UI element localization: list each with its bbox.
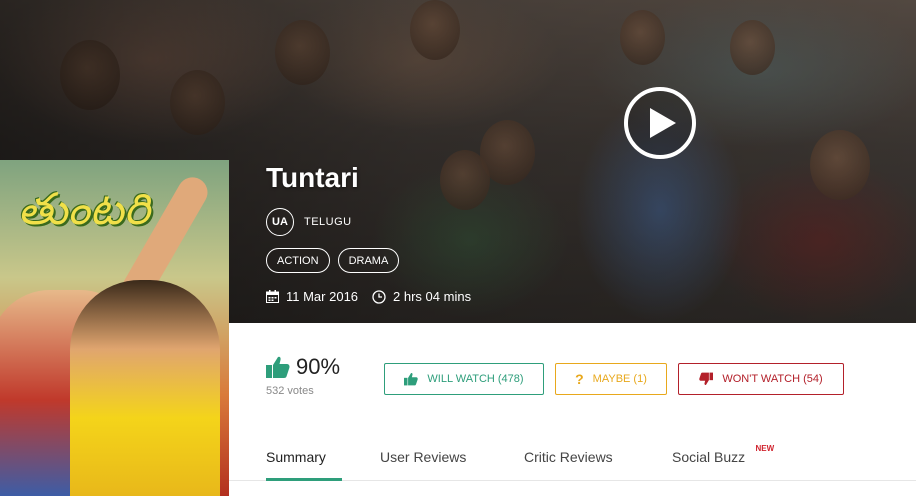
movie-title: Tuntari (266, 162, 359, 193)
tab-social-buzz[interactable]: Social Buzz NEW (672, 444, 774, 465)
tab-critic-reviews[interactable]: Critic Reviews (524, 449, 613, 465)
genre-tag-drama[interactable]: DRAMA (337, 248, 400, 273)
movie-poster[interactable]: తుంటరి (0, 160, 229, 496)
wont-watch-label: WON'T WATCH (54) (722, 373, 823, 385)
release-date: 11 Mar 2016 (286, 289, 359, 304)
rating-summary: 90% 532 votes (266, 354, 340, 397)
poster-figure (70, 280, 220, 496)
thumbs-down-icon (699, 372, 714, 386)
poster-title-logo: తుంటరి (18, 184, 150, 235)
vote-count: 532 votes (266, 385, 314, 397)
play-trailer-button[interactable] (624, 87, 696, 159)
language-label: TELUGU (304, 216, 352, 228)
certificate-badge: UA (266, 208, 294, 236)
wont-watch-button[interactable]: WON'T WATCH (54) (678, 363, 844, 395)
will-watch-button[interactable]: WILL WATCH (478) (384, 363, 544, 395)
content-tabs: Summary User Reviews Critic Reviews Soci… (229, 437, 916, 481)
will-watch-label: WILL WATCH (478) (427, 373, 524, 385)
active-tab-indicator (266, 478, 342, 481)
play-icon (650, 108, 676, 138)
thumbs-up-icon (404, 372, 419, 386)
tab-user-reviews[interactable]: User Reviews (380, 449, 466, 465)
maybe-label: MAYBE (1) (592, 373, 647, 385)
clock-icon (372, 289, 386, 304)
rating-percent: 90% (296, 354, 341, 379)
tab-social-buzz-label: Social Buzz (672, 449, 746, 465)
duration: 2 hrs 04 mins (393, 289, 472, 304)
movie-meta: 11 Mar 2016 2 hrs 04 mins (266, 289, 471, 304)
genre-list: ACTION DRAMA (266, 248, 400, 273)
maybe-button[interactable]: ? MAYBE (1) (555, 363, 667, 395)
genre-tag-action[interactable]: ACTION (266, 248, 330, 273)
certificate-row: UA TELUGU (266, 208, 352, 236)
tab-summary[interactable]: Summary (266, 449, 326, 465)
thumbs-up-icon (266, 356, 290, 378)
calendar-icon (266, 290, 279, 303)
question-icon: ? (575, 371, 584, 387)
new-badge: NEW (755, 444, 775, 453)
